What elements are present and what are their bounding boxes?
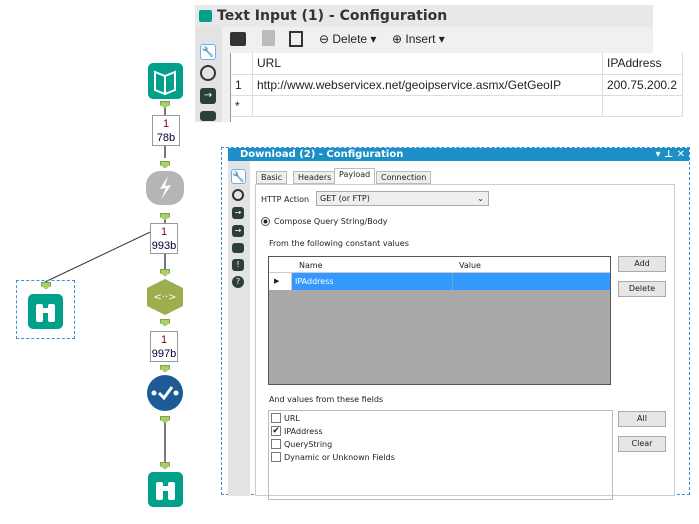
connection-to-browse-left[interactable] bbox=[44, 224, 166, 283]
xml-brackets-icon: <··> bbox=[153, 292, 176, 303]
all-button[interactable]: All bbox=[618, 411, 666, 427]
column-header-name[interactable]: Name bbox=[299, 261, 323, 270]
clear-button[interactable]: Clear bbox=[618, 436, 666, 452]
constant-values-label: From the following constant values bbox=[269, 239, 409, 248]
delete-button[interactable]: Delete bbox=[618, 281, 666, 297]
text-input-grid[interactable]: URL IPAddress 1 http://www.webservicex.n… bbox=[230, 53, 683, 122]
cell-url[interactable]: http://www.webservicex.net/geoipservice.… bbox=[253, 75, 603, 96]
column-header-ipaddress[interactable]: IPAddress bbox=[603, 53, 683, 75]
tab-headers[interactable]: Headers bbox=[293, 171, 337, 184]
input-arrow-icon[interactable]: → bbox=[232, 207, 244, 219]
cell-value[interactable] bbox=[452, 273, 453, 290]
tag-icon[interactable] bbox=[200, 111, 216, 121]
new-row-cell[interactable] bbox=[603, 96, 683, 117]
browse-tool[interactable] bbox=[148, 472, 183, 507]
wrench-icon[interactable]: 🔧 bbox=[231, 169, 246, 184]
record-count: 1 bbox=[160, 334, 168, 346]
book-icon bbox=[154, 70, 176, 96]
cell-name[interactable]: IPAddress bbox=[295, 277, 334, 286]
column-header-value[interactable]: Value bbox=[459, 261, 481, 270]
navigator-icon[interactable] bbox=[200, 65, 216, 81]
error-icon[interactable]: ! bbox=[232, 259, 244, 271]
plus-circle-icon: ⊕ bbox=[392, 32, 406, 46]
open-folder-icon[interactable] bbox=[230, 32, 246, 46]
book-icon bbox=[199, 10, 212, 22]
tab-basic[interactable]: Basic bbox=[256, 171, 288, 184]
compose-label: Compose Query String/Body bbox=[274, 217, 388, 226]
output-arrow-icon[interactable]: → bbox=[200, 88, 216, 104]
field-label: Dynamic or Unknown Fields bbox=[284, 453, 395, 462]
window-title: Text Input (1) - Configuration bbox=[195, 5, 653, 27]
chevron-down-icon: ⌄ bbox=[477, 194, 484, 203]
select-tool[interactable] bbox=[147, 375, 183, 411]
compose-radio[interactable] bbox=[261, 217, 270, 226]
row-selector-icon[interactable]: ▶ bbox=[269, 273, 292, 290]
paste-icon[interactable] bbox=[289, 31, 303, 47]
record-count: 1 bbox=[162, 118, 170, 130]
navigator-icon[interactable] bbox=[232, 189, 244, 201]
field-label: IPAddress bbox=[284, 427, 323, 436]
connection-info-box: 1 993b bbox=[150, 223, 178, 254]
fields-list[interactable]: URL ✔ IPAddress QueryString Dynamic or Un… bbox=[268, 410, 613, 500]
insert-menu-button[interactable]: ⊕ Insert ▾ bbox=[392, 32, 445, 46]
wrench-icon[interactable]: 🔧 bbox=[200, 44, 216, 60]
new-row-cell[interactable] bbox=[253, 96, 603, 117]
data-size: 993b bbox=[151, 240, 177, 252]
window-controls[interactable]: ▾ ⊥ ✕ bbox=[655, 148, 685, 161]
window-title: Download (2) - Configuration ▾ ⊥ ✕ bbox=[228, 148, 689, 161]
constant-values-grid[interactable]: Name Value ▶ IPAddress bbox=[268, 256, 611, 385]
browse-tool[interactable] bbox=[28, 294, 63, 329]
row-number: 1 bbox=[231, 75, 253, 96]
field-checkbox-querystring[interactable] bbox=[271, 439, 281, 449]
check-icon bbox=[151, 386, 179, 401]
data-size: 78b bbox=[156, 132, 176, 144]
new-row-marker: * bbox=[231, 96, 253, 117]
tag-icon[interactable] bbox=[232, 243, 244, 253]
connection-info-box: 1 78b bbox=[152, 115, 180, 146]
data-size: 997b bbox=[151, 348, 177, 360]
config-side-strip: 🔧 → → ! ? bbox=[228, 161, 250, 496]
http-action-select[interactable]: GET (or FTP) ⌄ bbox=[316, 191, 489, 206]
output-arrow-icon[interactable]: → bbox=[232, 225, 244, 237]
lightning-icon bbox=[160, 176, 171, 200]
chevron-down-icon: ▾ bbox=[367, 32, 377, 46]
field-label: URL bbox=[284, 414, 300, 423]
download-config-window: Download (2) - Configuration ▾ ⊥ ✕ 🔧 → →… bbox=[221, 147, 690, 500]
minus-circle-icon: ⊖ bbox=[319, 32, 333, 46]
http-action-label: HTTP Action bbox=[261, 195, 310, 204]
field-checkbox-ipaddress[interactable]: ✔ bbox=[271, 426, 281, 436]
column-header-url[interactable]: URL bbox=[253, 53, 603, 75]
input-anchor[interactable] bbox=[41, 282, 51, 289]
field-checkbox-dynamic[interactable] bbox=[271, 452, 281, 462]
binoculars-icon bbox=[36, 304, 55, 322]
xml-parse-tool[interactable]: <··> bbox=[146, 279, 184, 315]
field-checkbox-url[interactable] bbox=[271, 413, 281, 423]
binoculars-icon bbox=[156, 482, 175, 500]
tab-connection[interactable]: Connection bbox=[376, 171, 432, 184]
cell-ipaddress[interactable]: 200.75.200.2 bbox=[603, 75, 683, 96]
download-tool[interactable] bbox=[146, 171, 184, 205]
tab-payload[interactable]: Payload bbox=[334, 168, 376, 184]
selected-browse-tool[interactable] bbox=[16, 280, 75, 339]
config-side-strip: 🔧 → bbox=[195, 27, 222, 122]
delete-menu-button[interactable]: ⊖ Delete ▾ bbox=[319, 32, 376, 46]
copy-icon[interactable] bbox=[262, 30, 275, 46]
add-button[interactable]: Add bbox=[618, 256, 666, 272]
text-input-tool[interactable] bbox=[148, 63, 183, 99]
payload-panel: HTTP Action GET (or FTP) ⌄ Compose Query … bbox=[255, 184, 675, 500]
grid-row[interactable]: IPAddress bbox=[292, 273, 610, 290]
fields-label: And values from these fields bbox=[269, 395, 384, 404]
field-label: QueryString bbox=[284, 440, 333, 449]
text-input-config-window: Text Input (1) - Configuration 🔧 → ⊖ Del… bbox=[195, 5, 683, 122]
chevron-down-icon: ▾ bbox=[435, 32, 445, 46]
record-count: 1 bbox=[160, 226, 168, 238]
help-icon[interactable]: ? bbox=[232, 276, 244, 288]
connection-info-box: 1 997b bbox=[150, 331, 178, 362]
